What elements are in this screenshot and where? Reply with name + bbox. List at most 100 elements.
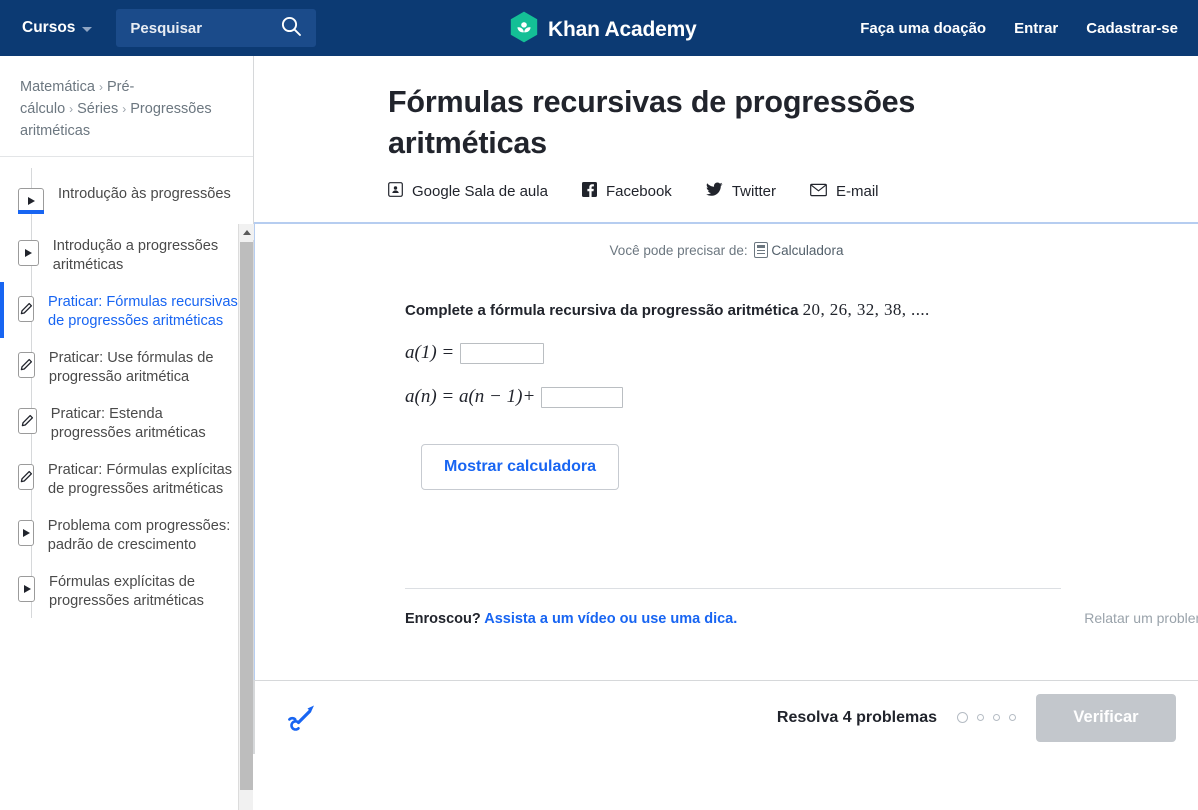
answer-input-a1[interactable] — [460, 342, 545, 364]
share-email-button[interactable]: E-mail — [810, 183, 879, 201]
exercise-footer-bar: Resolva 4 problemas Verificar — [254, 680, 1198, 754]
signup-link[interactable]: Cadastrar-se — [1086, 20, 1178, 37]
pencil-icon — [18, 408, 37, 434]
show-calculator-button[interactable]: Mostrar calculadora — [421, 444, 620, 490]
formula-an-lhs: a(n) = a(n − 1)+ — [405, 386, 536, 407]
nav-right-links: Faça uma doação Entrar Cadastrar-se — [860, 0, 1178, 56]
sidebar-item-praticar-use-formulas[interactable]: Praticar: Use fórmulas de progressão ari… — [0, 338, 254, 394]
breadcrumb-separator-1: › — [69, 102, 74, 116]
sidebar-item-label: Problema com progressões: padrão de cres… — [47, 518, 231, 553]
sidebar-item-praticar-formulas-recursivas[interactable]: Praticar: Fórmulas recursivas de progres… — [0, 282, 254, 338]
sidebar-item-praticar-formulas-explicitas[interactable]: Praticar: Fórmulas explícitas de progres… — [0, 450, 254, 506]
footer-right-group: Resolva 4 problemas Verificar — [776, 693, 1198, 742]
unit-content-list: Introdução às progressões Introdução a p… — [0, 168, 254, 754]
page-title: Fórmulas recursivas de progressões aritm… — [388, 85, 916, 160]
play-icon — [18, 188, 44, 214]
page-body: Matemática › Pré-cálculo › Séries › Progressõe… — [0, 56, 1198, 810]
sidebar-item-formulas-explicitas-video[interactable]: Fórmulas explícitas de progressões aritm… — [0, 562, 254, 618]
khan-academy-logo-link[interactable]: Khan Academy — [510, 11, 697, 48]
sidebar-item-label: Fórmulas explícitas de progressões aritm… — [49, 574, 204, 609]
play-icon — [18, 240, 39, 266]
breadcrumb-separator-2: › — [122, 102, 127, 116]
progress-dot — [977, 714, 984, 721]
search-icon[interactable] — [280, 15, 302, 42]
active-indicator-bar — [0, 282, 4, 338]
hint-row: Enroscou? Assista a um vídeo ou use uma … — [405, 610, 1198, 627]
sidebar-item-label: Introdução a progressões aritméticas — [52, 238, 219, 273]
share-row: Google Sala de aula Facebook Twitter E-m… — [388, 182, 1198, 201]
problem-prefix: Complete a fórmula recursiva da progress… — [405, 302, 799, 319]
problem-progress-dots — [957, 712, 1016, 723]
pencil-icon — [18, 296, 34, 322]
task-progress-label: Resolva 4 problemas — [776, 708, 937, 726]
exercise-card: Você pode precisar de: Calculadora Compl… — [254, 222, 1198, 754]
pencil-icon — [18, 352, 35, 378]
top-navigation-bar: Cursos Pesquisar Khan Academy Faça uma d… — [0, 0, 1198, 56]
sidebar-item-introducao-as-progressoes[interactable]: Introdução às progressões — [0, 174, 254, 226]
facebook-icon — [581, 182, 597, 201]
watch-video-hint-link[interactable]: Assista a um vídeo ou use uma dica. — [484, 611, 737, 627]
check-answer-button[interactable]: Verificar — [1036, 693, 1176, 742]
sidebar-scrollbar[interactable] — [238, 224, 254, 810]
share-label: Facebook — [605, 183, 672, 200]
sidebar-item-label: Praticar: Fórmulas recursivas de progres… — [48, 294, 238, 329]
formula-a1-lhs: a(1) = — [405, 342, 455, 363]
share-label: Twitter — [731, 183, 776, 200]
formula-row-a1: a(1) = — [405, 342, 1198, 364]
twitter-icon — [705, 182, 723, 201]
donate-link[interactable]: Faça uma doação — [860, 20, 986, 37]
sidebar-item-problema-com-progressoes[interactable]: Problema com progressões: padrão de cres… — [0, 506, 254, 562]
brand-name: Khan Academy — [548, 17, 697, 41]
breadcrumb: Matemática › Pré-cálculo › Séries › Progressõe… — [0, 56, 253, 157]
report-problem-link[interactable]: Relatar um problema — [1084, 610, 1198, 626]
search-input[interactable]: Pesquisar — [116, 9, 317, 47]
play-icon — [18, 520, 34, 546]
khan-academy-logo-icon — [510, 11, 538, 48]
play-icon — [18, 576, 36, 602]
share-label: Google Sala de aula — [412, 183, 548, 200]
breadcrumb-separator-0: › — [98, 80, 103, 94]
problem-area: Complete a fórmula recursiva da progress… — [255, 258, 1198, 490]
courses-menu-label: Cursos — [22, 19, 76, 36]
sidebar-item-label: Praticar: Use fórmulas de progressão ari… — [48, 350, 214, 385]
calculator-hint-prefix: Você pode precisar de: — [609, 243, 748, 258]
progress-dot — [993, 714, 1000, 721]
stuck-prompt: Enroscou? Assista a um vídeo ou use uma … — [405, 611, 737, 627]
scroll-up-arrow-icon[interactable] — [239, 224, 254, 240]
google-classroom-icon — [388, 182, 403, 201]
search-placeholder-label: Pesquisar — [130, 19, 203, 37]
share-label: E-mail — [836, 183, 879, 200]
breadcrumb-item-0[interactable]: Matemática — [20, 79, 95, 95]
problem-statement: Complete a fórmula recursiva da progress… — [405, 300, 1198, 320]
scratchpad-pen-icon[interactable] — [285, 700, 321, 736]
pencil-icon — [18, 464, 34, 490]
chevron-down-icon — [82, 26, 93, 32]
progress-dot-current — [957, 712, 968, 723]
login-link[interactable]: Entrar — [1014, 20, 1058, 37]
sidebar: Matemática › Pré-cálculo › Séries › Progressõe… — [0, 56, 254, 810]
calculator-hint: Você pode precisar de: Calculadora — [255, 224, 1198, 258]
calculator-link[interactable]: Calculadora — [771, 243, 843, 258]
stuck-label: Enroscou? — [405, 611, 481, 627]
sidebar-item-label: Introdução às progressões — [58, 186, 231, 202]
main-content: Fórmulas recursivas de progressões aritm… — [254, 56, 1198, 754]
problem-sequence: 20, 26, 32, 38, .... — [802, 300, 930, 319]
article-header: Fórmulas recursivas de progressões aritm… — [254, 56, 1198, 201]
formula-row-an: a(n) = a(n − 1)+ — [405, 386, 1198, 408]
calculator-icon — [754, 242, 769, 258]
sidebar-item-praticar-estenda-progressoes[interactable]: Praticar: Estenda progressões aritmética… — [0, 394, 254, 450]
content-divider — [405, 588, 1061, 589]
email-icon — [810, 183, 827, 201]
share-twitter-button[interactable]: Twitter — [705, 182, 776, 201]
share-facebook-button[interactable]: Facebook — [581, 182, 672, 201]
progress-dot — [1009, 714, 1016, 721]
share-google-classroom-button[interactable]: Google Sala de aula — [388, 182, 548, 201]
unit-content-list-inner: Introdução às progressões Introdução a p… — [0, 168, 254, 618]
answer-input-an[interactable] — [541, 386, 624, 408]
breadcrumb-item-2[interactable]: Séries — [77, 101, 118, 117]
sidebar-item-introducao-a-progressoes-aritmeticas[interactable]: Introdução a progressões aritméticas — [0, 226, 254, 282]
sidebar-item-label: Praticar: Estenda progressões aritmética… — [50, 406, 206, 441]
courses-menu-button[interactable]: Cursos — [22, 19, 93, 37]
scrollbar-thumb[interactable] — [240, 242, 253, 790]
sidebar-item-label: Praticar: Fórmulas explícitas de progres… — [48, 462, 233, 497]
